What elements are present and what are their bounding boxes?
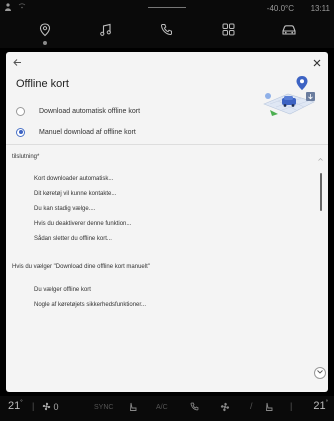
- climate-fan-button[interactable]: [220, 402, 230, 414]
- outside-temperature: -40.0°C: [266, 4, 294, 13]
- bar-separator: /: [250, 401, 253, 411]
- passenger-temperature[interactable]: 21°: [313, 400, 328, 412]
- list-item[interactable]: Dit køretøj vil kunne kontakte...: [34, 191, 116, 197]
- radio-manual-download[interactable]: [16, 127, 25, 137]
- passenger-seat-button[interactable]: [264, 402, 274, 414]
- bar-separator: |: [290, 401, 293, 411]
- fan-icon: [220, 402, 230, 414]
- list-item[interactable]: Du kan stadig vælge....: [34, 206, 95, 212]
- scroll-down-button[interactable]: [314, 367, 326, 379]
- sync-button[interactable]: SYNC: [94, 404, 113, 411]
- user-icon: [5, 3, 11, 13]
- status-divider: [148, 7, 186, 8]
- arrow-left-icon: [12, 56, 22, 70]
- nav-apps[interactable]: [208, 18, 248, 46]
- offline-maps-dialog: Offline kort Download automatisk offline…: [6, 52, 328, 392]
- seat-heater-icon: [264, 402, 274, 414]
- close-button[interactable]: [310, 56, 324, 70]
- section-heading-connection: tilslutning*: [12, 154, 40, 160]
- bar-separator: |: [32, 401, 35, 411]
- dialog-title: Offline kort: [16, 78, 69, 90]
- section-divider: [6, 144, 328, 145]
- option-label: Download automatisk offline kort: [39, 107, 141, 115]
- ac-button[interactable]: A/C: [156, 404, 168, 411]
- list-item[interactable]: Hvis du deaktiverer denne funktion...: [34, 221, 131, 227]
- option-auto-download[interactable]: Download automatisk offline kort: [16, 104, 140, 118]
- driver-temperature-value: 21: [8, 400, 21, 412]
- close-icon: [313, 56, 321, 70]
- music-note-icon: [99, 23, 113, 42]
- list-item[interactable]: Kort downloader automatisk...: [34, 176, 113, 182]
- option-manual-download[interactable]: Manuel download af offline kort: [16, 125, 136, 139]
- list-item[interactable]: Sådan sletter du offline kort...: [34, 236, 112, 242]
- passenger-temperature-value: 21: [313, 400, 326, 412]
- clock: 13:11: [310, 4, 330, 13]
- nav-vehicle[interactable]: [269, 18, 309, 46]
- fan-icon: [42, 402, 54, 412]
- phone-icon: [190, 402, 199, 413]
- top-navigation: [0, 16, 334, 48]
- fan-speed-control[interactable]: 0: [42, 402, 59, 412]
- offline-map-illustration: [258, 74, 320, 122]
- connectivity-icon: [18, 3, 26, 11]
- option-label: Manuel download af offline kort: [39, 128, 136, 136]
- scrollbar[interactable]: [320, 173, 322, 211]
- scroll-up-indicator: [318, 157, 323, 161]
- nav-music[interactable]: [86, 18, 126, 46]
- seat-heater-icon: [128, 402, 138, 414]
- nav-phone[interactable]: [147, 18, 187, 46]
- apps-grid-icon: [222, 23, 235, 41]
- section-heading-manual: Hvis du vælger "Download dine offline ko…: [12, 264, 150, 270]
- car-icon: [281, 23, 297, 41]
- active-indicator: [42, 41, 47, 45]
- status-bar: -40.0°C 13:11: [0, 0, 334, 16]
- navigation-pin-icon: [39, 22, 51, 42]
- back-button[interactable]: [10, 56, 24, 70]
- list-item[interactable]: Nogle af køretøjets sikkerhedsfunktioner…: [34, 302, 146, 308]
- fan-level: 0: [53, 402, 59, 412]
- climate-bar: 21° | 0 SYNC A/C / | 21°: [0, 396, 334, 421]
- driver-temperature[interactable]: 21°: [8, 400, 23, 412]
- nav-navigation[interactable]: [25, 18, 65, 46]
- list-item[interactable]: Du vælger offline kort: [34, 287, 91, 293]
- temperature-unit: °: [325, 400, 328, 406]
- phone-shortcut-button[interactable]: [190, 402, 199, 413]
- seat-heating-button[interactable]: [128, 402, 138, 414]
- temperature-unit: °: [20, 400, 23, 406]
- chevron-down-icon: [317, 370, 323, 376]
- phone-icon: [160, 23, 173, 41]
- radio-auto-download[interactable]: [16, 106, 25, 116]
